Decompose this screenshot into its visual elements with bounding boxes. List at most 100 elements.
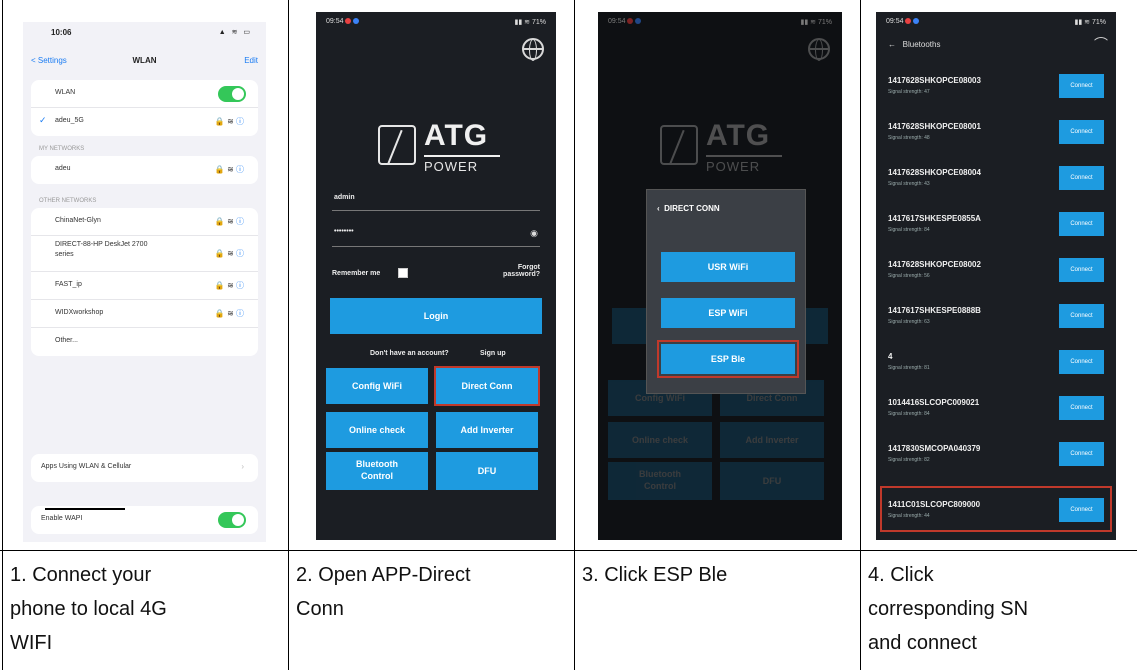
caption-step-2: 2. Open APP-Direct Conn [296,558,471,626]
direct-conn-dialog: ‹ DIRECT CONN USR WiFi ESP WiFi ESP Ble [646,189,806,394]
info-icon[interactable]: ⓘ [236,249,244,258]
caption-line: 4. Click [868,564,934,586]
login-button[interactable]: Login [330,298,542,334]
device-signal: Signal strength: 47 [888,89,930,95]
remember-me-checkbox[interactable] [398,268,408,278]
wlan-toggle[interactable] [218,86,246,102]
connect-button[interactable]: Connect [1059,442,1104,466]
table-border [574,0,575,670]
apps-using-row[interactable]: Apps Using WLAN & Cellular › [31,454,258,482]
eye-icon[interactable]: ◉ [530,228,538,239]
device-signal: Signal strength: 84 [888,227,930,233]
status-time: 09:54 [326,18,344,25]
network-row-other[interactable]: Other... [31,328,258,356]
device-row: 1014416SLCOPC009021 Signal strength: 84 … [888,392,1104,426]
wapi-label: Enable WAPI [41,515,83,522]
status-bar: 09:54 ▮▮ ≋ 71% [886,18,1106,28]
info-icon[interactable]: ⓘ [236,165,244,174]
device-sn: 1014416SLCOPC009021 [888,398,980,407]
device-sn: 1417830SMCOPA040379 [888,444,981,453]
device-signal: Signal strength: 81 [888,365,930,371]
info-icon[interactable]: ⓘ [236,281,244,290]
device-signal: Signal strength: 48 [888,135,930,141]
page-title: Bluetooths [902,40,941,49]
edit-button[interactable]: Edit [244,56,258,65]
connect-button[interactable]: Connect [1059,212,1104,236]
signup-link[interactable]: Sign up [480,350,506,357]
status-icons: ▲ ≋ ▭ [218,29,252,36]
password-field[interactable]: •••••••• [334,228,354,235]
add-inverter-button[interactable]: Add Inverter [436,412,538,448]
device-sn: 1417628SHKOPCE08002 [888,260,981,269]
forgot-password-link[interactable]: Forgot password? [496,264,540,278]
connect-button[interactable]: Connect [1059,304,1104,328]
network-name: adeu [55,165,71,172]
table-border [0,550,1137,551]
network-row[interactable]: DIRECT-88-HP DeskJet 2700 series 🔒 ≋ ⓘ [31,236,258,272]
connect-button[interactable]: Connect [1059,396,1104,420]
usr-wifi-button[interactable]: USR WiFi [661,252,795,282]
apps-using-card[interactable]: Apps Using WLAN & Cellular › [31,454,258,482]
wapi-row: Enable WAPI [31,506,258,534]
dialog-title-text: DIRECT CONN [664,204,720,213]
connect-button[interactable]: Connect [1059,74,1104,98]
table-border [288,0,289,670]
device-signal: Signal strength: 84 [888,411,930,417]
username-underline [332,210,540,211]
network-name: WIDXworkshop [55,309,104,316]
logo-text: ATG [424,119,489,152]
signal-icons: 🔒 ≋ ⓘ [214,165,244,174]
config-wifi-button[interactable]: Config WiFi [326,368,428,404]
username-field[interactable]: admin [334,194,355,201]
globe-icon[interactable] [522,38,544,61]
device-row: 1417628SHKOPCE08002 Signal strength: 56 … [888,254,1104,288]
page-title: WLAN [132,56,157,65]
caption-line: corresponding SN [868,598,1029,620]
phone-screenshot-direct-conn: 09:54 ▮▮ ≋ 71% ATG POWER Config WiFi Dir… [598,12,842,540]
table-border [2,0,3,670]
device-row: 1417628SHKOPCE08003 Signal strength: 47 … [888,70,1104,104]
info-icon[interactable]: ⓘ [236,309,244,318]
info-icon[interactable]: ⓘ [236,117,244,126]
connect-button[interactable]: Connect [1059,350,1104,374]
info-icon[interactable]: ⓘ [236,217,244,226]
dfu-button[interactable]: DFU [436,452,538,490]
status-time: 10:06 [51,28,72,37]
device-row: 4 Signal strength: 81 Connect [888,346,1104,380]
refresh-icon[interactable]: ⌒ [1094,34,1108,54]
instruction-table: 1. Connect your phone to local 4G WIFI 2… [0,0,1137,670]
connect-button[interactable]: Connect [1059,120,1104,144]
status-bar: 09:54 ▮▮ ≋ 71% [326,18,546,28]
table-border [860,0,861,670]
annotation-underline [45,508,125,510]
device-signal: Signal strength: 56 [888,273,930,279]
checkmark-icon: ✓ [39,115,47,125]
network-row[interactable]: ChinaNet-Glyn 🔒 ≋ ⓘ [31,208,258,236]
connected-network-row[interactable]: ✓ adeu_5G 🔒 ≋ ⓘ [31,108,258,136]
network-row[interactable]: WIDXworkshop 🔒 ≋ ⓘ [31,300,258,328]
connect-button[interactable]: Connect [1059,166,1104,190]
logo-subtext: POWER [424,159,479,174]
signal-icons: 🔒 ≋ ⓘ [214,309,244,318]
wlan-toggle-row: WLAN [31,80,258,108]
status-icons: ▮▮ ≋ 71% [514,19,546,26]
device-row: 1417617SHKESPE0855A Signal strength: 84 … [888,208,1104,242]
network-name: DIRECT-88-HP DeskJet 2700 series [55,241,148,258]
online-check-button[interactable]: Online check [326,412,428,448]
caption-line: 1. Connect your [10,564,152,586]
device-sn: 1417617SHKESPE0855A [888,214,981,223]
device-signal: Signal strength: 43 [888,181,930,187]
status-bar: 10:06 ▲ ≋ ▭ [23,28,266,40]
highlight-box [434,366,540,406]
esp-wifi-button[interactable]: ESP WiFi [661,298,795,328]
status-time: 09:54 [886,18,904,25]
network-row[interactable]: adeu 🔒 ≋ ⓘ [31,156,258,184]
status-icons: ▮▮ ≋ 71% [1074,19,1106,26]
other-networks-card: ChinaNet-Glyn 🔒 ≋ ⓘ DIRECT-88-HP DeskJet… [31,208,258,356]
network-row[interactable]: FAST_ip 🔒 ≋ ⓘ [31,272,258,300]
connect-button[interactable]: Connect [1059,258,1104,282]
wapi-toggle[interactable] [218,512,246,528]
back-arrow-icon[interactable]: ← [888,40,896,49]
no-account-text: Don't have an account? [370,350,449,357]
bluetooth-control-button[interactable]: Bluetooth Control [326,452,428,490]
